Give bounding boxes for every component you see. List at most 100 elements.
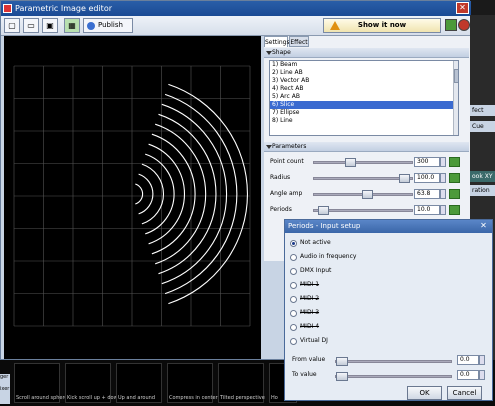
radio-label: Virtual DJ xyxy=(300,337,328,344)
side-label: ook XY xyxy=(470,171,495,182)
to-value-spinner[interactable] xyxy=(479,370,485,380)
shape-list-item[interactable]: 7) Ellipse xyxy=(270,109,458,117)
radio-label: MIDI 4 xyxy=(300,323,320,330)
close-icon[interactable]: ✕ xyxy=(456,2,469,14)
new-file-icon[interactable]: ▢ xyxy=(4,18,20,33)
radio-icon[interactable] xyxy=(290,296,297,303)
shape-list-item[interactable]: 6) Slice xyxy=(270,101,458,109)
radio-icon[interactable] xyxy=(290,254,297,261)
slider-thumb[interactable] xyxy=(362,190,373,199)
parameter-spinner[interactable] xyxy=(440,189,446,199)
parameter-value-field[interactable]: 300 xyxy=(414,157,440,167)
shape-list-item[interactable]: 5) Arc AB xyxy=(270,93,458,101)
parameter-slider[interactable] xyxy=(313,206,413,215)
parameters-section-header[interactable]: Parameters xyxy=(264,142,469,152)
parameter-spinner[interactable] xyxy=(440,173,446,183)
parameter-spinner[interactable] xyxy=(440,157,446,167)
to-value-slider[interactable] xyxy=(335,372,452,381)
show-it-now-button[interactable]: Show it now xyxy=(323,18,441,33)
parameter-label[interactable]: Radius xyxy=(270,174,290,181)
parameter-value-field[interactable]: 100.0 xyxy=(414,173,440,183)
cancel-button[interactable]: Cancel xyxy=(447,386,482,400)
parameter-label[interactable]: Angle amp xyxy=(270,190,302,197)
effect-thumbnail[interactable]: Kick scroll up + down xyxy=(65,363,121,403)
globe-icon xyxy=(87,22,95,30)
shape-list-item[interactable]: 3) Vector AB xyxy=(270,77,458,85)
input-option-radio[interactable]: Virtual DJ xyxy=(288,335,438,347)
from-value-label: From value xyxy=(292,356,326,363)
input-option-radio[interactable]: Audio in frequency xyxy=(288,251,438,263)
slider-thumb[interactable] xyxy=(336,372,348,381)
effect-thumbnail-label: Kick scroll up + down xyxy=(67,395,121,401)
warning-icon xyxy=(330,21,340,30)
input-setup-plus-icon[interactable] xyxy=(449,173,460,183)
publish-button[interactable]: Publish xyxy=(83,18,133,33)
input-option-radio[interactable]: MIDI 2 xyxy=(288,293,438,305)
shape-list-item[interactable]: 8) Line xyxy=(270,117,458,125)
radio-icon[interactable] xyxy=(290,310,297,317)
tab-effect[interactable]: Effect xyxy=(289,36,309,47)
preview-canvas[interactable] xyxy=(4,36,261,359)
radio-label: MIDI 3 xyxy=(300,309,320,316)
radio-icon[interactable] xyxy=(290,338,297,345)
parameter-slider[interactable] xyxy=(313,174,413,183)
from-value-slider[interactable] xyxy=(335,357,452,366)
open-folder-icon[interactable]: ▭ xyxy=(23,18,39,33)
parameter-row: Angle amp 63.8 xyxy=(269,188,464,200)
effect-thumbnail-label: Compress in center xyxy=(169,395,218,401)
input-option-radio[interactable]: DMX Input xyxy=(288,265,438,277)
effect-thumbnail[interactable]: Tilted perspective xyxy=(218,363,265,403)
to-value-label: To value xyxy=(292,371,317,378)
collapse-icon xyxy=(266,51,272,55)
parameter-row: Point count 300 xyxy=(269,156,464,168)
input-option-radio[interactable]: MIDI 1 xyxy=(288,279,438,291)
shape-list[interactable]: 1) Beam 2) Line AB 3) Vector AB 4) Rect AB 5… xyxy=(269,60,459,136)
shape-list-item[interactable]: 1) Beam xyxy=(270,61,458,69)
effect-thumbnail[interactable]: Compress in center xyxy=(167,363,218,403)
to-value-field[interactable]: 0.0 xyxy=(457,370,479,380)
parameter-label[interactable]: Periods xyxy=(270,206,292,213)
stop-icon[interactable] xyxy=(458,19,470,31)
tab-settings[interactable]: Settings xyxy=(264,36,290,47)
effect-thumbnail[interactable]: Up and around xyxy=(116,363,162,403)
radio-icon[interactable] xyxy=(290,268,297,275)
save-green-icon[interactable] xyxy=(445,19,457,31)
parameter-label[interactable]: Point count xyxy=(270,158,304,165)
ok-button[interactable]: OK xyxy=(407,386,442,400)
parameters-header-label: Parameters xyxy=(272,143,307,150)
parameter-row: Radius 100.0 xyxy=(269,172,464,184)
slider-thumb[interactable] xyxy=(318,206,329,215)
input-option-radio[interactable]: Not active xyxy=(288,237,438,249)
save-icon[interactable]: ▣ xyxy=(42,18,58,33)
grid-icon[interactable]: ▦ xyxy=(64,18,80,33)
parameter-slider[interactable] xyxy=(313,190,413,199)
window-title: Parametric Image editor xyxy=(15,4,113,13)
radio-label: Audio in frequency xyxy=(300,253,357,260)
radio-label: Not active xyxy=(300,239,331,246)
input-setup-plus-icon[interactable] xyxy=(449,157,460,167)
shape-list-item[interactable]: 4) Rect AB xyxy=(270,85,458,93)
radio-icon[interactable] xyxy=(290,240,297,247)
input-option-radio[interactable]: MIDI 3 xyxy=(288,307,438,319)
shape-section-header[interactable]: Shape xyxy=(264,48,469,58)
radio-icon[interactable] xyxy=(290,282,297,289)
scroll-thumb[interactable] xyxy=(454,69,458,83)
input-setup-plus-icon[interactable] xyxy=(449,189,460,199)
parameter-slider[interactable] xyxy=(313,158,413,167)
close-icon[interactable]: ✕ xyxy=(478,221,489,231)
slider-thumb[interactable] xyxy=(336,357,348,366)
radio-icon[interactable] xyxy=(290,324,297,331)
effect-thumbnail[interactable]: Scroll around sphere xyxy=(14,363,68,403)
slider-thumb[interactable] xyxy=(345,158,356,167)
input-setup-plus-icon[interactable] xyxy=(449,205,460,215)
parameter-value-field[interactable]: 63.8 xyxy=(414,189,440,199)
from-value-field[interactable]: 0.0 xyxy=(457,355,479,365)
shape-list-scrollbar[interactable] xyxy=(453,61,458,135)
parameter-value-field[interactable]: 10.0 xyxy=(414,205,440,215)
parameter-spinner[interactable] xyxy=(440,205,446,215)
slider-thumb[interactable] xyxy=(399,174,410,183)
shape-list-item[interactable]: 2) Line AB xyxy=(270,69,458,77)
side-label: Cue xyxy=(470,121,495,132)
from-value-spinner[interactable] xyxy=(479,355,485,365)
input-option-radio[interactable]: MIDI 4 xyxy=(288,321,438,333)
